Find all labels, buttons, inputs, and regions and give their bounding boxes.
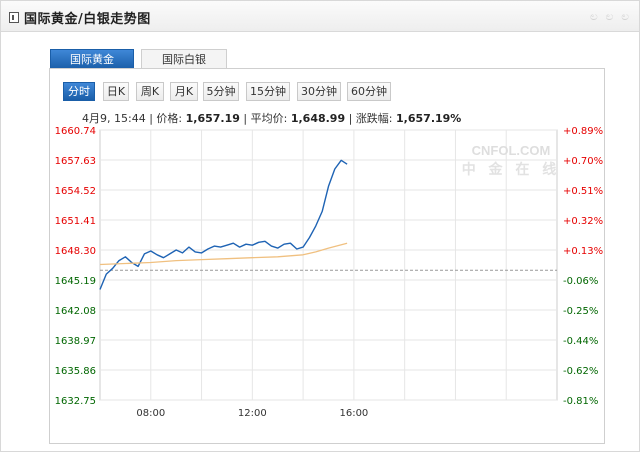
x-tick-label: 08:00 [136,408,165,419]
watermark-bottom: 中 金 在 线 [462,161,561,178]
x-tick-label: 12:00 [238,408,267,419]
y-percent-tick-label: -0.62% [563,366,598,377]
y-percent-tick-label: +0.89% [563,126,603,137]
y-percent-tick-label: -0.06% [563,276,598,287]
x-axis-time-ticks: 08:00 12:00 16:00 [136,408,368,419]
y-tick-label: 1657.63 [55,156,96,167]
y-tick-label: 1638.97 [55,336,96,347]
y-percent-tick-label: +0.13% [563,246,603,257]
y-percent-tick-label: +0.70% [563,156,603,167]
y-tick-label: 1635.86 [55,366,96,377]
y-axis-price-ticks: 1660.74 1657.63 1654.52 1651.41 1648.30 1645.… [55,126,96,407]
y-tick-label: 1654.52 [55,186,96,197]
y-tick-label: 1648.30 [55,246,96,257]
y-tick-label: 1642.08 [55,306,96,317]
y-tick-label: 1645.19 [55,276,96,287]
y-percent-tick-label: -0.25% [563,306,598,317]
y-tick-label: 1651.41 [55,216,96,227]
y-tick-label: 1632.75 [55,396,96,407]
y-percent-tick-label: +0.32% [563,216,603,227]
intraday-chart: CNFOL.COM 中 金 在 线 1660.741657.631654.521… [55,126,604,419]
y-percent-tick-label: -0.44% [563,336,598,347]
y-percent-tick-label: -0.81% [563,396,598,407]
y-percent-tick-label: +0.51% [563,186,603,197]
x-tick-label: 16:00 [339,408,368,419]
watermark-top: CNFOL.COM [472,143,551,158]
y-axis-percent-ticks: +0.89% +0.70% +0.51% +0.32% +0.13% -0.06% -0.2… [563,126,603,407]
y-tick-label: 1660.74 [55,126,96,137]
